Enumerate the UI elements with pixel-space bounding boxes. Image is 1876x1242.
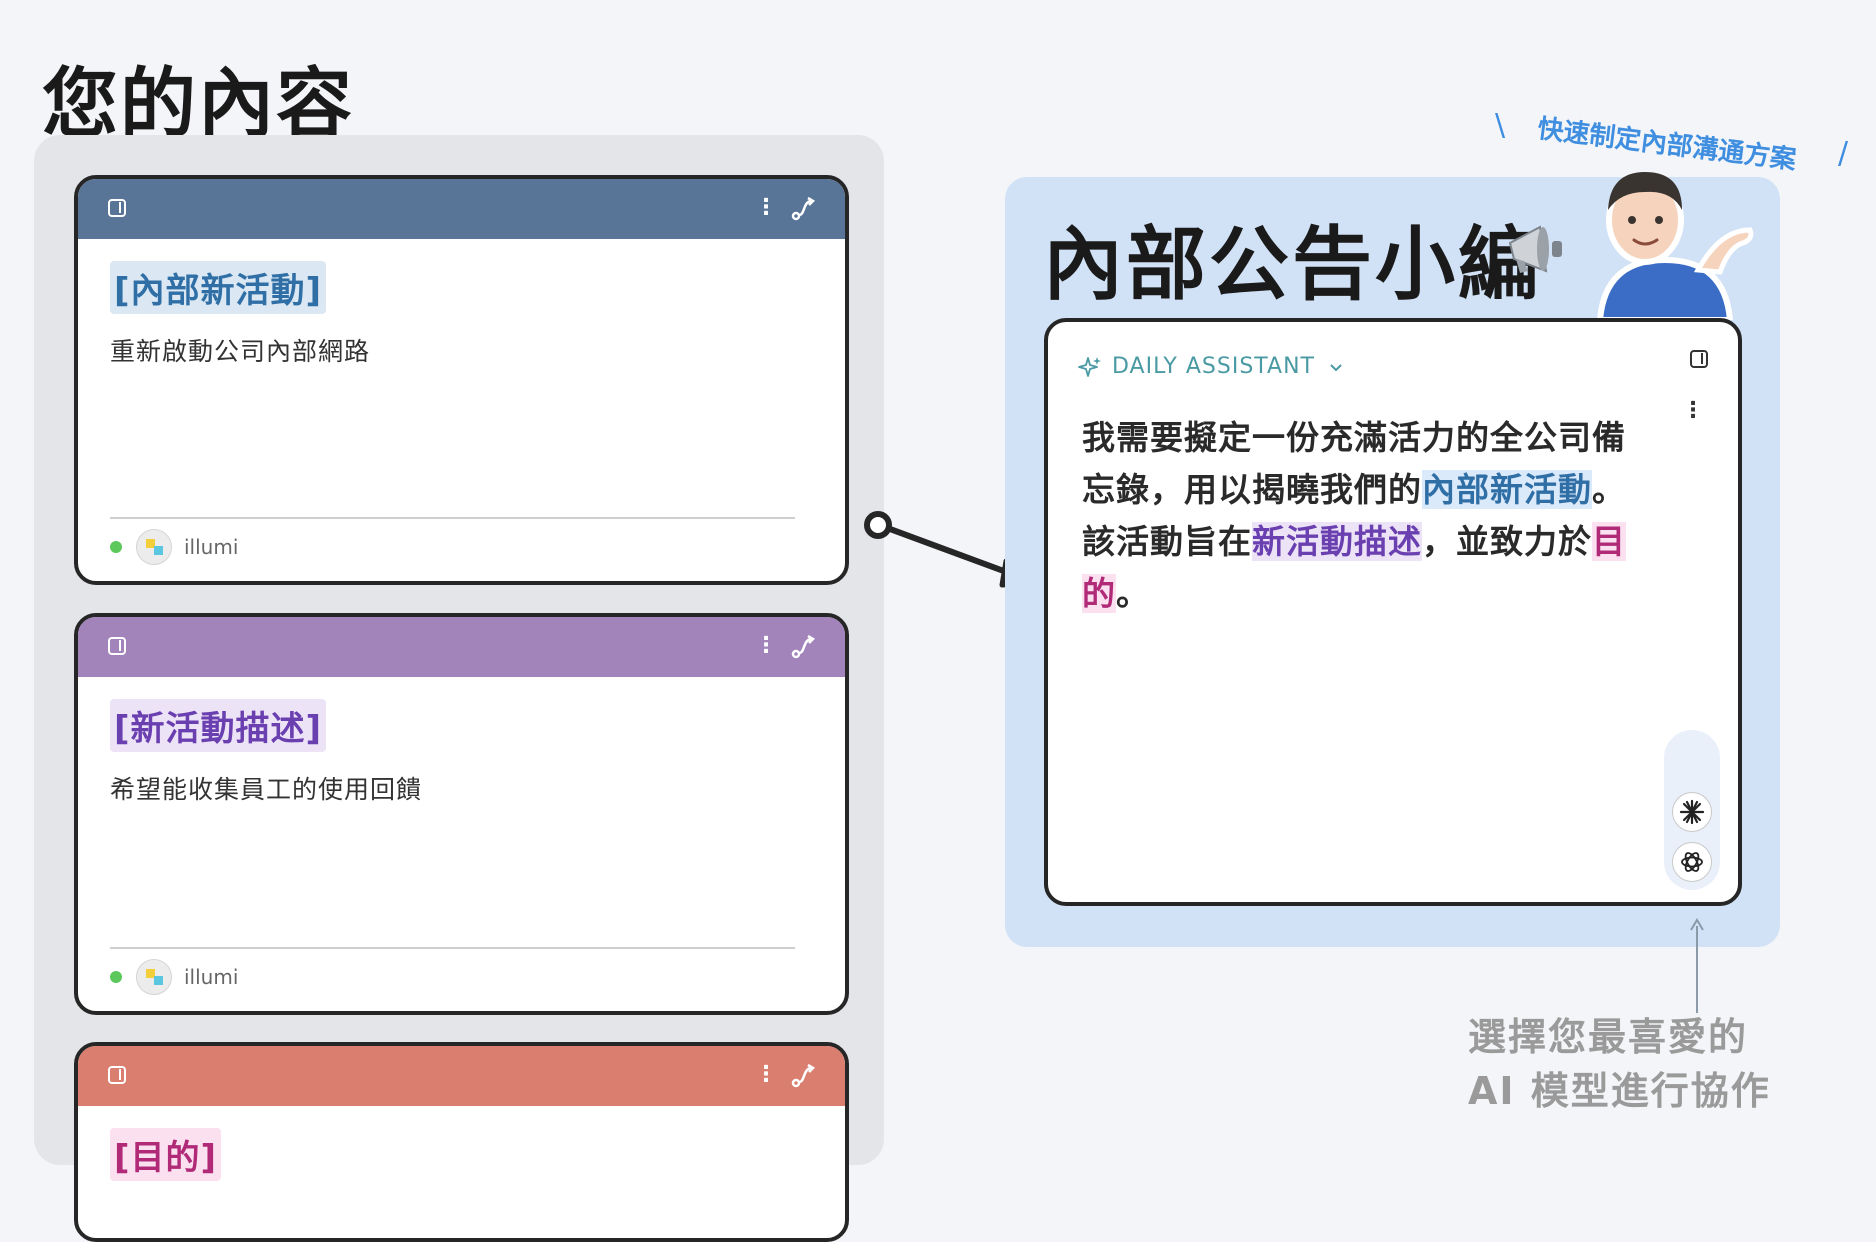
hint-text: 選擇您最喜愛的 AI 模型進行協作 <box>1468 1010 1771 1118</box>
panel-toggle-icon[interactable] <box>1690 350 1708 368</box>
status-dot <box>110 971 122 983</box>
hint-line: AI 模型進行協作 <box>1468 1069 1771 1113</box>
more-options-icon[interactable]: ⋮ <box>755 1063 777 1087</box>
prompt-text: 我需要擬定一份充滿活力的全公司備忘錄，用以揭曉我們的內部新活動。該活動旨在新活動… <box>1082 412 1642 620</box>
openai-model-button[interactable] <box>1672 842 1712 882</box>
avatar <box>136 959 172 995</box>
card-tag: [內部新活動] <box>110 261 327 314</box>
connect-icon[interactable] <box>791 195 817 221</box>
content-panel: ⋮ [內部新活動] 重新啟動公司內部網路 illumi ⋮ [新活動描述] 希望… <box>34 135 884 1242</box>
claude-icon <box>1679 799 1705 825</box>
card-description: 重新啟動公司內部網路 <box>110 337 371 366</box>
card-body: [目的] <box>78 1106 845 1181</box>
prompt-segment: 。 <box>1116 574 1150 613</box>
more-options-icon[interactable]: ⋮ <box>755 196 777 220</box>
card-description: 希望能收集員工的使用回饋 <box>110 775 423 804</box>
chevron-down-icon <box>1330 363 1342 371</box>
card-tag: [目的] <box>110 1128 222 1181</box>
content-card-2[interactable]: ⋮ [新活動描述] 希望能收集員工的使用回饋 illumi <box>74 613 849 1015</box>
assistant-title: 內部公告小編 <box>1043 218 1541 311</box>
card-header: ⋮ <box>78 617 845 677</box>
card-tag: [新活動描述] <box>110 699 327 752</box>
divider <box>110 947 795 949</box>
hint-line: 選擇您最喜愛的 <box>1468 1015 1749 1059</box>
connect-icon[interactable] <box>791 1062 817 1088</box>
assistant-selector[interactable]: DAILY ASSISTANT <box>1078 354 1355 379</box>
card-footer: illumi <box>110 529 238 565</box>
panel-toggle-icon[interactable] <box>108 637 126 655</box>
megaphone-icon <box>1508 225 1562 273</box>
status-dot <box>110 541 122 553</box>
card-header: ⋮ <box>78 1046 845 1106</box>
tagline-right-slash: / <box>1838 136 1849 171</box>
prompt-segment: ，並致力於 <box>1422 522 1592 561</box>
card-header: ⋮ <box>78 179 845 239</box>
author-name: illumi <box>184 965 239 989</box>
tagline-left-slash: \ <box>1495 108 1506 143</box>
prompt-variable: 內部新活動 <box>1422 470 1592 509</box>
person-emoji-icon <box>1596 172 1754 320</box>
content-card-3[interactable]: ⋮ [目的] <box>74 1042 849 1242</box>
content-card-1[interactable]: ⋮ [內部新活動] 重新啟動公司內部網路 illumi <box>74 175 849 585</box>
connect-icon[interactable] <box>791 633 817 659</box>
author-name: illumi <box>184 535 239 559</box>
assistant-label: DAILY ASSISTANT <box>1112 354 1315 379</box>
divider <box>110 517 795 519</box>
model-selector <box>1664 730 1720 890</box>
assistant-card[interactable]: DAILY ASSISTANT ⋮ 我需要擬定一份充滿活力的全公司備忘錄，用以揭… <box>1044 318 1742 906</box>
avatar <box>136 529 172 565</box>
panel-toggle-icon[interactable] <box>108 1066 126 1084</box>
more-options-icon[interactable]: ⋮ <box>755 634 777 658</box>
openai-icon <box>1681 852 1703 872</box>
card-footer: illumi <box>110 959 238 995</box>
card-body: [新活動描述] 希望能收集員工的使用回饋 <box>78 677 845 806</box>
hint-arrow <box>1690 918 1704 1013</box>
card-body: [內部新活動] 重新啟動公司內部網路 <box>78 239 845 368</box>
panel-toggle-icon[interactable] <box>108 199 126 217</box>
claude-model-button[interactable] <box>1672 792 1712 832</box>
prompt-variable: 新活動描述 <box>1252 522 1422 561</box>
more-options-icon[interactable]: ⋮ <box>1682 398 1704 423</box>
sparkle-icon <box>1078 356 1101 377</box>
